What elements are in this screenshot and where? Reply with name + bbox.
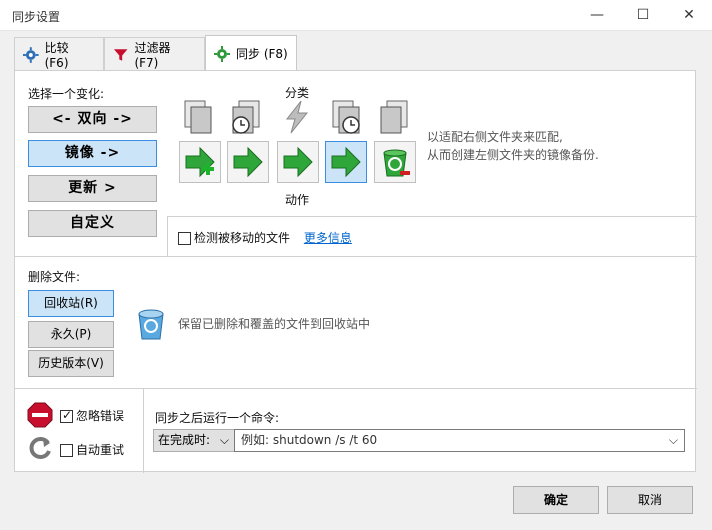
file-right-newer-icon <box>332 100 360 134</box>
ignore-errors-checkbox[interactable] <box>60 408 73 423</box>
tab-filter[interactable]: 过滤器 (F7) <box>104 37 205 71</box>
tab-sync[interactable]: 同步 (F8) <box>205 35 297 71</box>
tab-bar: 比较 (F6) 过滤器 (F7) 同步 (F8) <box>0 31 712 71</box>
auto-retry-label: 自动重试 <box>76 443 125 457</box>
green-arrow-icon <box>283 146 313 178</box>
permanent-button[interactable]: 永久(P) <box>28 321 114 348</box>
divider <box>15 388 697 389</box>
ignore-errors-label: 忽略错误 <box>76 409 125 423</box>
detect-moved-label: 检测被移动的文件 <box>194 231 291 245</box>
funnel-icon <box>113 48 128 61</box>
variant-heading: 选择一个变化: <box>28 87 105 101</box>
command-when-select[interactable]: 在完成时: ⌵ <box>153 429 235 452</box>
maximize-button[interactable]: ☐ <box>620 0 666 31</box>
mirror-button[interactable]: 镜像 -> <box>28 140 157 167</box>
post-sync-command-heading: 同步之后运行一个命令: <box>155 411 280 425</box>
divider <box>167 216 697 217</box>
error-stop-icon <box>27 402 53 428</box>
tab-compare-label: 比较 (F6) <box>44 41 69 70</box>
cancel-button[interactable]: 取消 <box>607 486 693 514</box>
two-way-button[interactable]: <- 双向 -> <box>28 106 157 133</box>
lightning-icon <box>285 100 309 134</box>
chevron-down-icon: ⌵ <box>219 433 229 447</box>
action-conflict-button[interactable] <box>277 141 319 183</box>
green-arrow-plus-icon <box>185 146 215 178</box>
title-bar: 同步设置 — ☐ ✕ <box>0 0 712 31</box>
file-left-only-icon <box>184 100 212 134</box>
recycle-bin-icon <box>383 149 410 177</box>
sync-settings-panel: 选择一个变化: <- 双向 -> 镜像 -> 更新 > 自定义 分类 动作 以适… <box>14 70 697 473</box>
file-right-only-icon <box>380 100 408 134</box>
detect-moved-checkbox[interactable] <box>178 232 191 245</box>
minimize-button[interactable]: — <box>574 0 620 31</box>
more-info-link[interactable]: 更多信息 <box>304 231 352 245</box>
auto-retry-checkbox[interactable] <box>60 444 73 457</box>
action-label: 动作 <box>285 193 310 207</box>
divider <box>167 216 168 256</box>
command-placeholder: 例如: shutdown /s /t 60 <box>241 433 378 447</box>
versioning-button[interactable]: 历史版本(V) <box>28 350 114 377</box>
recycle-bin-button[interactable]: 回收站(R) <box>28 290 114 317</box>
divider <box>143 388 144 473</box>
detect-moved-row: 检测被移动的文件 更多信息 <box>178 229 352 246</box>
delete-description: 保留已删除和覆盖的文件到回收站中 <box>178 317 371 331</box>
tab-sync-label: 同步 (F8) <box>236 47 288 61</box>
command-input[interactable]: 例如: shutdown /s /t 60 ⌵ <box>234 429 685 452</box>
green-arrow-icon <box>233 146 263 178</box>
tab-filter-label: 过滤器 (F7) <box>134 41 171 70</box>
ok-button[interactable]: 确定 <box>513 486 599 514</box>
tab-compare[interactable]: 比较 (F6) <box>14 37 104 71</box>
gear-icon <box>23 46 39 63</box>
file-left-newer-icon <box>232 100 260 134</box>
delete-heading: 删除文件: <box>28 270 81 284</box>
chevron-down-icon: ⌵ <box>668 433 678 447</box>
custom-button[interactable]: 自定义 <box>28 210 157 237</box>
variant-description-line1: 以适配右侧文件夹来匹配, <box>427 130 563 144</box>
update-button[interactable]: 更新 > <box>28 175 157 202</box>
recycle-bin-icon <box>138 309 164 340</box>
command-when-value: 在完成时: <box>158 433 211 447</box>
variant-description-line2: 从而创建左侧文件夹的镜像备份. <box>427 148 599 162</box>
window-title: 同步设置 <box>12 10 61 24</box>
gear-icon <box>214 45 230 62</box>
close-button[interactable]: ✕ <box>666 0 712 31</box>
action-create-right-button[interactable] <box>179 141 221 183</box>
ignore-errors-row: 忽略错误 <box>60 407 124 424</box>
action-overwrite-right-button[interactable] <box>227 141 269 183</box>
auto-retry-row: 自动重试 <box>60 441 124 458</box>
retry-icon <box>29 437 51 459</box>
action-update-right-button[interactable] <box>325 141 367 183</box>
action-delete-right-button[interactable] <box>374 141 416 183</box>
divider <box>15 256 697 257</box>
green-arrow-icon <box>331 146 361 178</box>
